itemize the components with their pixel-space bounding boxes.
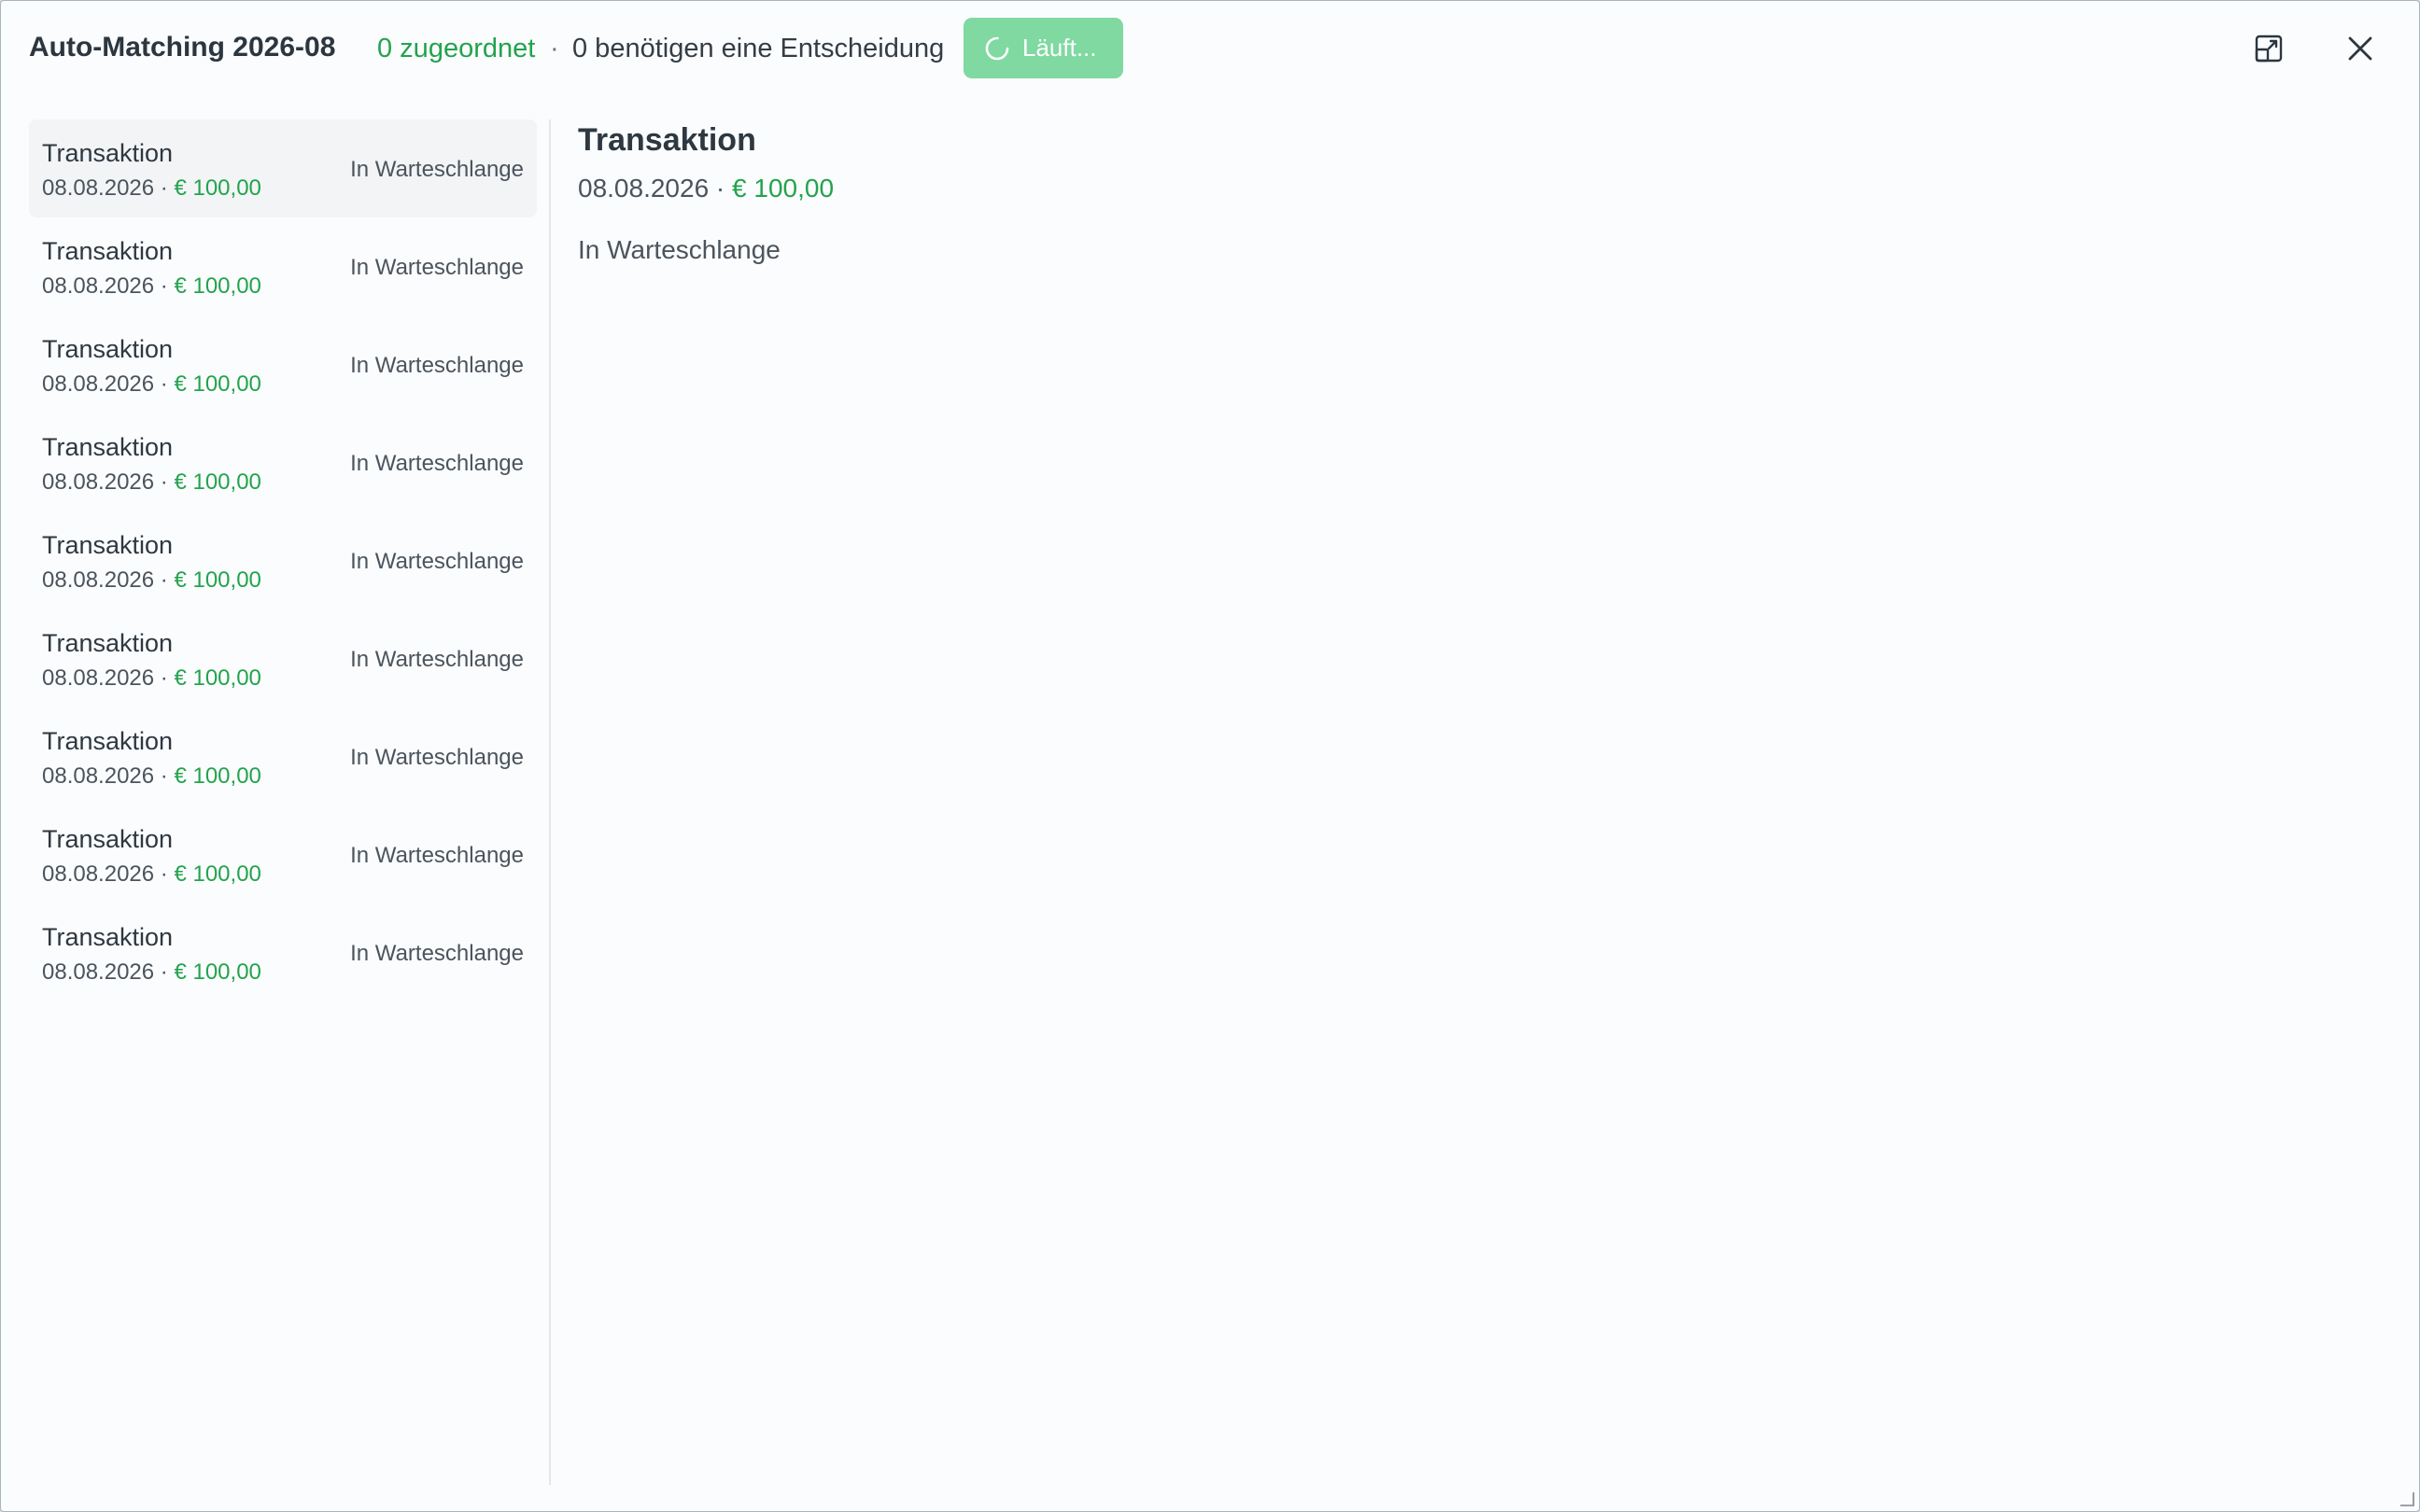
transaction-title: Transaktion [42, 433, 174, 461]
transaction-date: 08.08.2026 [42, 469, 155, 495]
transaction-meta: 08.08.2026 · € 100,00 [42, 763, 261, 790]
transaction-list-item[interactable]: Transaktion 08.08.2026 · € 100,00 In Warte… [29, 217, 537, 315]
close-icon[interactable] [2343, 31, 2378, 66]
transaction-date: 08.08.2026 [42, 175, 155, 201]
transaction-status: In Warteschlange [350, 255, 524, 280]
dialog-title: Auto-Matching 2026-08 [29, 32, 336, 63]
resize-grip-icon[interactable] [2395, 1487, 2415, 1507]
transaction-dot: · [160, 469, 168, 495]
transaction-title: Transaktion [42, 825, 174, 853]
transaction-amount: € 100,00 [174, 959, 261, 985]
transaction-amount: € 100,00 [174, 273, 261, 299]
transaction-amount: € 100,00 [174, 763, 261, 789]
transaction-date: 08.08.2026 [42, 567, 155, 593]
transaction-date: 08.08.2026 [42, 371, 155, 397]
transaction-amount: € 100,00 [174, 665, 261, 691]
transaction-status: In Warteschlange [350, 157, 524, 182]
detail-date: 08.08.2026 [578, 174, 710, 203]
transaction-date: 08.08.2026 [42, 763, 155, 789]
transaction-title: Transaktion [42, 629, 174, 657]
detail-meta: 08.08.2026 · € 100,00 [578, 174, 834, 203]
transaction-dot: · [160, 567, 168, 593]
panel-divider [549, 119, 551, 1485]
transaction-dot: · [160, 861, 168, 887]
transaction-list-item[interactable]: Transaktion 08.08.2026 · € 100,00 In Warte… [29, 511, 537, 609]
transaction-dot: · [160, 763, 168, 789]
transaction-date: 08.08.2026 [42, 273, 155, 299]
transaction-status: In Warteschlange [350, 843, 524, 868]
transaction-status: In Warteschlange [350, 941, 524, 966]
transaction-list-item[interactable]: Transaktion 08.08.2026 · € 100,00 In Warte… [29, 707, 537, 805]
transaction-title: Transaktion [42, 335, 174, 363]
decision-count: 0 benötigen eine Entscheidung [572, 34, 945, 63]
running-button-label: Läuft... [1022, 34, 1097, 62]
transaction-amount: € 100,00 [174, 469, 261, 495]
transaction-meta: 08.08.2026 · € 100,00 [42, 567, 261, 594]
transaction-list-item[interactable]: Transaktion 08.08.2026 · € 100,00 In Warte… [29, 315, 537, 413]
transaction-meta: 08.08.2026 · € 100,00 [42, 469, 261, 496]
transaction-meta: 08.08.2026 · € 100,00 [42, 175, 261, 202]
auto-matching-dialog: Auto-Matching 2026-08 0 zugeordnet · 0 b… [0, 0, 2420, 1512]
transaction-meta: 08.08.2026 · € 100,00 [42, 861, 261, 888]
header-separator: · [550, 34, 559, 63]
transaction-list-item[interactable]: Transaktion 08.08.2026 · € 100,00 In Warte… [29, 413, 537, 511]
transaction-amount: € 100,00 [174, 861, 261, 887]
transaction-date: 08.08.2026 [42, 861, 155, 887]
running-button[interactable]: Läuft... [964, 18, 1123, 78]
transaction-amount: € 100,00 [174, 175, 261, 201]
assigned-count: 0 zugeordnet [377, 34, 536, 63]
detail-title: Transaktion [578, 122, 756, 158]
transaction-meta: 08.08.2026 · € 100,00 [42, 371, 261, 398]
transaction-status: In Warteschlange [350, 451, 524, 476]
detail-status: In Warteschlange [578, 235, 781, 264]
transaction-list-item[interactable]: Transaktion 08.08.2026 · € 100,00 In Warte… [29, 609, 537, 707]
transaction-list-item[interactable]: Transaktion 08.08.2026 · € 100,00 In Warte… [29, 119, 537, 217]
detail-amount: € 100,00 [732, 174, 835, 203]
transaction-title: Transaktion [42, 237, 174, 265]
transaction-date: 08.08.2026 [42, 665, 155, 691]
transaction-status: In Warteschlange [350, 353, 524, 378]
detail-dot: · [715, 174, 725, 203]
transaction-title: Transaktion [42, 139, 174, 167]
transaction-detail: Transaktion 08.08.2026 · € 100,00 In War… [578, 122, 834, 265]
transaction-list: Transaktion 08.08.2026 · € 100,00 In Warte… [29, 119, 537, 1001]
transaction-status: In Warteschlange [350, 549, 524, 574]
transaction-amount: € 100,00 [174, 371, 261, 397]
transaction-dot: · [160, 175, 168, 201]
transaction-amount: € 100,00 [174, 567, 261, 593]
open-in-window-icon[interactable] [2251, 31, 2286, 66]
transaction-title: Transaktion [42, 923, 174, 951]
transaction-dot: · [160, 371, 168, 397]
transaction-title: Transaktion [42, 727, 174, 755]
transaction-dot: · [160, 273, 168, 299]
dialog-header: Auto-Matching 2026-08 0 zugeordnet · 0 b… [1, 1, 2419, 98]
transaction-dot: · [160, 959, 168, 985]
transaction-list-item[interactable]: Transaktion 08.08.2026 · € 100,00 In Warte… [29, 805, 537, 903]
transaction-meta: 08.08.2026 · € 100,00 [42, 273, 261, 300]
transaction-meta: 08.08.2026 · € 100,00 [42, 959, 261, 986]
spinner-icon [985, 36, 1009, 60]
transaction-date: 08.08.2026 [42, 959, 155, 985]
transaction-list-item[interactable]: Transaktion 08.08.2026 · € 100,00 In Warte… [29, 903, 537, 1001]
transaction-status: In Warteschlange [350, 647, 524, 672]
transaction-status: In Warteschlange [350, 745, 524, 770]
transaction-title: Transaktion [42, 531, 174, 559]
transaction-meta: 08.08.2026 · € 100,00 [42, 665, 261, 692]
transaction-dot: · [160, 665, 168, 691]
